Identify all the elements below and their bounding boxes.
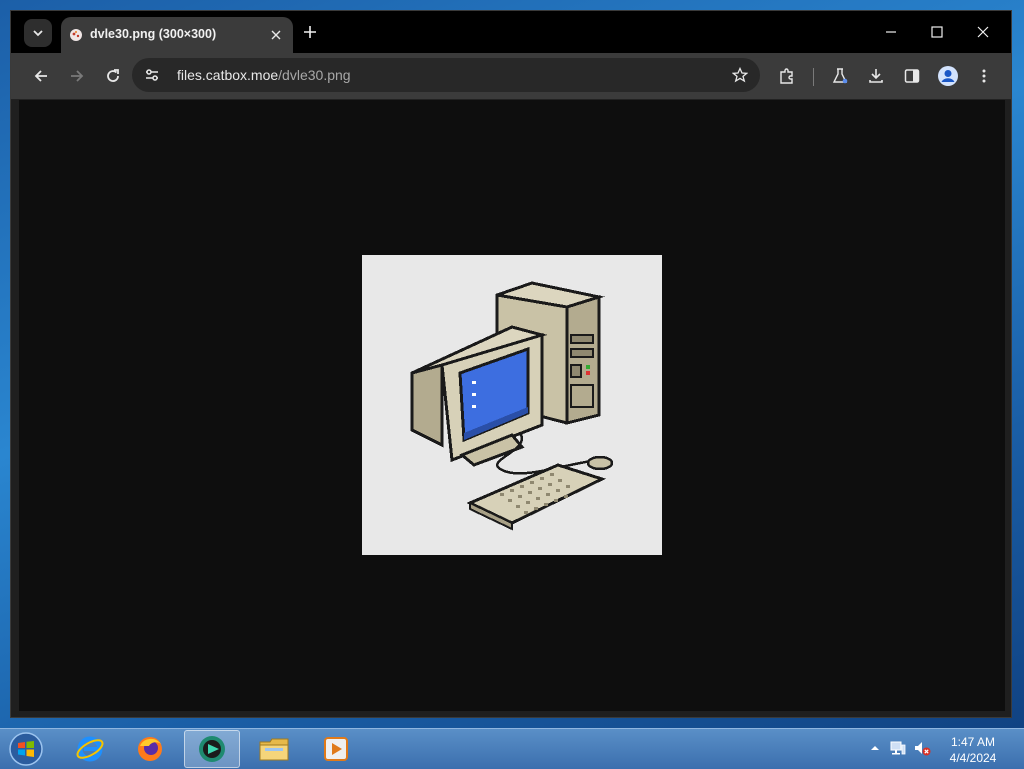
taskbar-file-explorer[interactable] bbox=[246, 730, 302, 768]
new-tab-button[interactable] bbox=[299, 21, 321, 43]
tab-active[interactable]: dvle30.png (300×300) bbox=[61, 17, 293, 53]
toolbar: files.catbox.moe/dvle30.png bbox=[11, 53, 1011, 100]
side-panel-icon bbox=[904, 69, 920, 83]
maximize-button[interactable] bbox=[915, 17, 959, 47]
puzzle-icon bbox=[780, 68, 793, 84]
back-button[interactable] bbox=[27, 62, 55, 90]
site-info-button[interactable] bbox=[142, 65, 162, 85]
file-explorer-icon bbox=[259, 738, 289, 761]
volume-muted-icon bbox=[915, 742, 931, 756]
reload-icon bbox=[107, 69, 119, 82]
network-icon bbox=[890, 741, 906, 755]
profile-avatar-icon bbox=[938, 66, 958, 86]
retro-computer-image bbox=[410, 281, 614, 531]
page-viewport bbox=[19, 100, 1005, 711]
system-clock[interactable]: 1:47 AM 4/4/2024 bbox=[940, 734, 1006, 766]
title-bar: dvle30.png (300×300) bbox=[11, 11, 1011, 53]
internet-explorer-icon bbox=[76, 736, 104, 762]
more-vertical-icon bbox=[982, 69, 986, 83]
toolbar-divider bbox=[813, 68, 814, 86]
close-icon bbox=[977, 26, 989, 38]
chrome-browser-icon bbox=[199, 736, 225, 762]
tune-icon bbox=[146, 69, 158, 81]
taskbar: 1:47 AM 4/4/2024 bbox=[0, 728, 1024, 769]
tab-title: dvle30.png (300×300) bbox=[90, 27, 217, 41]
side-panel-button[interactable] bbox=[898, 62, 926, 90]
downloads-button[interactable] bbox=[862, 62, 890, 90]
browser-window: dvle30.png (300×300) files.catbox.moe/dv… bbox=[10, 10, 1012, 718]
flask-icon bbox=[832, 68, 848, 84]
menu-button[interactable] bbox=[970, 62, 998, 90]
taskbar-firefox[interactable] bbox=[122, 730, 178, 768]
show-hidden-icons-button[interactable] bbox=[866, 739, 884, 757]
tab-search-button[interactable] bbox=[24, 19, 52, 47]
close-icon bbox=[271, 30, 281, 40]
chevron-up-icon bbox=[871, 746, 879, 750]
reload-button[interactable] bbox=[99, 62, 127, 90]
taskbar-internet-explorer[interactable] bbox=[62, 730, 118, 768]
minimize-icon bbox=[886, 31, 896, 33]
taskbar-chrome-browser[interactable] bbox=[184, 730, 240, 768]
address-text: files.catbox.moe/dvle30.png bbox=[177, 67, 351, 83]
chevron-down-icon bbox=[33, 30, 43, 37]
arrow-left-icon bbox=[34, 70, 47, 82]
firefox-icon bbox=[138, 737, 162, 761]
taskbar-media-player[interactable] bbox=[308, 730, 364, 768]
address-host: files.catbox.moe bbox=[177, 67, 279, 83]
maximize-icon bbox=[931, 26, 943, 38]
close-window-button[interactable] bbox=[961, 17, 1005, 47]
tab-close-button[interactable] bbox=[267, 26, 285, 44]
profile-button[interactable] bbox=[934, 62, 962, 90]
network-tray-button[interactable] bbox=[889, 739, 907, 757]
star-icon bbox=[732, 67, 748, 83]
windows-logo-icon bbox=[9, 732, 43, 766]
labs-button[interactable] bbox=[826, 62, 854, 90]
forward-button[interactable] bbox=[63, 62, 91, 90]
clock-date: 4/4/2024 bbox=[949, 751, 997, 765]
displayed-image[interactable] bbox=[362, 255, 662, 555]
bookmark-button[interactable] bbox=[730, 65, 750, 85]
start-button[interactable] bbox=[6, 730, 46, 768]
plus-icon bbox=[304, 26, 316, 38]
catbox-favicon-icon bbox=[70, 29, 82, 41]
arrow-right-icon bbox=[71, 70, 84, 82]
extensions-button[interactable] bbox=[773, 62, 801, 90]
minimize-button[interactable] bbox=[869, 17, 913, 47]
download-icon bbox=[869, 69, 883, 83]
volume-tray-button[interactable] bbox=[913, 739, 931, 757]
address-bar[interactable]: files.catbox.moe/dvle30.png bbox=[132, 58, 760, 92]
address-path: /dvle30.png bbox=[278, 67, 351, 83]
media-player-icon bbox=[324, 737, 348, 761]
clock-time: 1:47 AM bbox=[950, 735, 996, 749]
